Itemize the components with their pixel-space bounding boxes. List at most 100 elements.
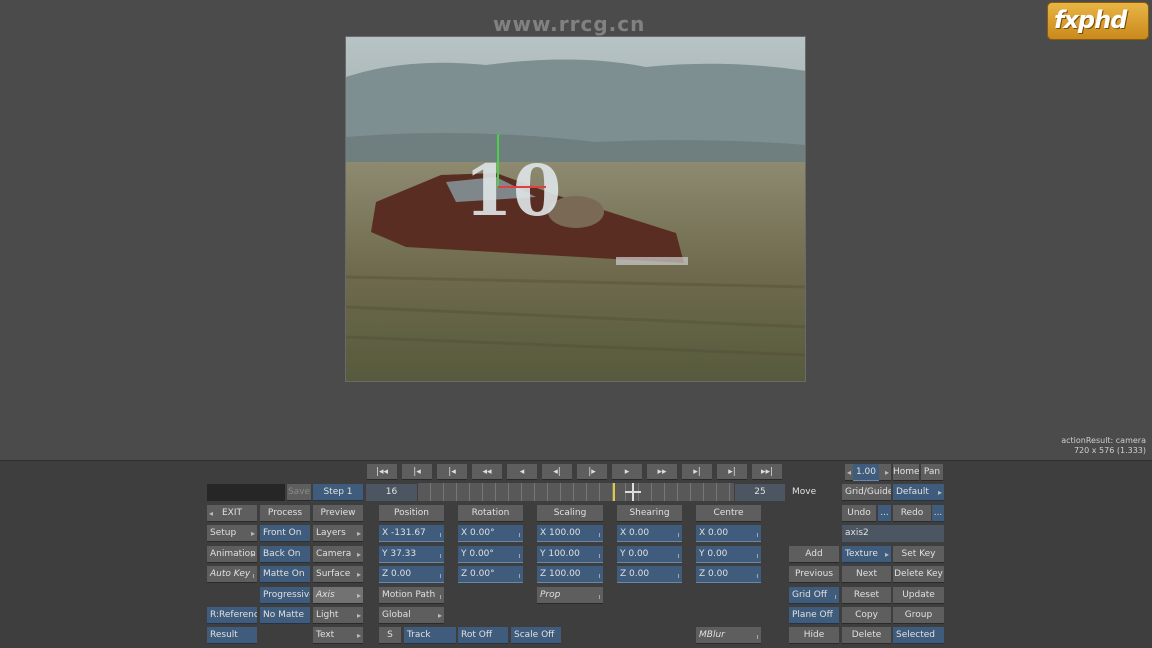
- mblur-toggle[interactable]: MBlur: [696, 627, 761, 644]
- undo-button[interactable]: Undo: [842, 505, 876, 522]
- rotation-x-field[interactable]: X 0.00°: [458, 525, 523, 542]
- copy-button[interactable]: Copy: [842, 607, 891, 624]
- grid-off-toggle[interactable]: Grid Off: [789, 587, 839, 604]
- step-forward-icon[interactable]: ▸|: [682, 464, 712, 480]
- go-start-icon[interactable]: |◂◂: [367, 464, 397, 480]
- save-button[interactable]: Save: [287, 484, 311, 501]
- shearing-y-field[interactable]: Y 0.00: [617, 546, 682, 563]
- rotation-z-field[interactable]: Z 0.00°: [458, 566, 523, 583]
- centre-z-field[interactable]: Z 0.00: [696, 566, 761, 583]
- animation-button[interactable]: Animation: [207, 546, 257, 563]
- clip-name-field[interactable]: [207, 484, 285, 501]
- redo-button[interactable]: Redo: [893, 505, 931, 522]
- centre-header[interactable]: Centre: [696, 505, 761, 522]
- add-button[interactable]: Add: [789, 546, 839, 563]
- global-dropdown[interactable]: Global: [379, 607, 444, 624]
- setup-button[interactable]: Setup: [207, 525, 257, 542]
- step-back-icon[interactable]: |◂: [437, 464, 467, 480]
- timeline-scrubber[interactable]: [418, 483, 734, 501]
- motion-path-toggle[interactable]: Motion Path: [379, 587, 444, 604]
- grid-guide-button[interactable]: Grid/Guide: [842, 484, 891, 501]
- track-button[interactable]: Track: [404, 627, 456, 644]
- scaling-header[interactable]: Scaling: [537, 505, 603, 522]
- centre-x-field[interactable]: X 0.00: [696, 525, 761, 542]
- zoom-decrease-button[interactable]: [845, 464, 853, 481]
- go-end-icon[interactable]: ▸▸|: [752, 464, 782, 480]
- zoom-field[interactable]: 1.00: [853, 464, 879, 481]
- next-button[interactable]: Next: [842, 566, 891, 583]
- result-info: actionResult: camera 720 x 576 (1.333): [1061, 436, 1146, 456]
- camera-button[interactable]: Camera: [313, 546, 363, 563]
- plane-off-toggle[interactable]: Plane Off: [789, 607, 839, 624]
- shearing-x-field[interactable]: X 0.00: [617, 525, 682, 542]
- surface-button[interactable]: Surface: [313, 566, 363, 583]
- exit-button[interactable]: EXIT: [207, 505, 257, 522]
- preview-button[interactable]: Preview: [313, 505, 363, 522]
- reset-button[interactable]: Reset: [842, 587, 891, 604]
- auto-key-toggle[interactable]: Auto Key: [207, 566, 257, 583]
- scaling-z-field[interactable]: Z 100.00: [537, 566, 603, 583]
- group-button[interactable]: Group: [893, 607, 944, 624]
- car-scene-image: 10 y: [346, 37, 805, 381]
- position-x-field[interactable]: X -131.67: [379, 525, 444, 542]
- position-z-field[interactable]: Z 0.00: [379, 566, 444, 583]
- step-button[interactable]: Step 1: [313, 484, 363, 501]
- light-button[interactable]: Light: [313, 607, 363, 624]
- previous-button[interactable]: Previous: [789, 566, 839, 583]
- layers-button[interactable]: Layers: [313, 525, 363, 542]
- undo-list-button[interactable]: ...: [878, 505, 891, 522]
- result-button[interactable]: Result: [207, 627, 257, 644]
- redo-list-button[interactable]: ...: [932, 505, 944, 522]
- r-reference-button[interactable]: R:Reference: [207, 607, 257, 624]
- move-label[interactable]: Move: [789, 484, 839, 501]
- centre-y-field[interactable]: Y 0.00: [696, 546, 761, 563]
- rotation-y-field[interactable]: Y 0.00°: [458, 546, 523, 563]
- hide-button[interactable]: Hide: [789, 627, 839, 644]
- fast-forward-icon[interactable]: ▸▸: [647, 464, 677, 480]
- scale-off-button[interactable]: Scale Off: [511, 627, 561, 644]
- play-backward-icon[interactable]: ◂: [507, 464, 537, 480]
- node-name-field[interactable]: axis2: [842, 525, 944, 542]
- update-button[interactable]: Update: [893, 587, 944, 604]
- texture-dropdown[interactable]: Texture: [842, 546, 891, 563]
- rot-off-button[interactable]: Rot Off: [458, 627, 508, 644]
- end-frame-field[interactable]: 25: [735, 484, 785, 501]
- rotation-header[interactable]: Rotation: [458, 505, 523, 522]
- scaling-x-field[interactable]: X 100.00: [537, 525, 603, 542]
- play-icon[interactable]: ▸: [612, 464, 642, 480]
- set-key-button[interactable]: Set Key: [893, 546, 944, 563]
- delete-key-button[interactable]: Delete Key: [893, 566, 944, 583]
- position-header[interactable]: Position: [379, 505, 444, 522]
- crosshair-cursor-icon: [625, 483, 641, 501]
- next-key-icon[interactable]: ▸|: [717, 464, 747, 480]
- progressive-toggle[interactable]: Progressive: [260, 587, 310, 604]
- shearing-z-field[interactable]: Z 0.00: [617, 566, 682, 583]
- process-button[interactable]: Process: [260, 505, 310, 522]
- zoom-increase-button[interactable]: [879, 464, 891, 481]
- matte-on-toggle[interactable]: Matte On: [260, 566, 310, 583]
- result-name: actionResult: camera: [1061, 436, 1146, 445]
- prev-frame-icon[interactable]: ◂|: [542, 464, 572, 480]
- axis-button[interactable]: Axis: [313, 587, 363, 604]
- result-image[interactable]: 10 y: [345, 36, 806, 382]
- scaling-y-field[interactable]: Y 100.00: [537, 546, 603, 563]
- no-matte-toggle[interactable]: No Matte: [260, 607, 310, 624]
- position-y-field[interactable]: Y 37.33: [379, 546, 444, 563]
- s-button[interactable]: S: [379, 627, 401, 644]
- delete-button[interactable]: Delete: [842, 627, 891, 644]
- prop-toggle[interactable]: Prop: [537, 587, 603, 604]
- home-button[interactable]: Home: [893, 464, 919, 481]
- shearing-header[interactable]: Shearing: [617, 505, 682, 522]
- playhead[interactable]: [613, 483, 615, 501]
- front-on-toggle[interactable]: Front On: [260, 525, 310, 542]
- text-button[interactable]: Text: [313, 627, 363, 644]
- viewer[interactable]: www.rrcg.cn 10 y fxphd actionResult: cam…: [0, 0, 1152, 460]
- prev-key-icon[interactable]: |◂: [402, 464, 432, 480]
- rewind-icon[interactable]: ◂◂: [472, 464, 502, 480]
- start-frame-field[interactable]: 16: [366, 484, 417, 501]
- back-on-toggle[interactable]: Back On: [260, 546, 310, 563]
- selected-toggle[interactable]: Selected: [893, 627, 944, 644]
- default-dropdown[interactable]: Default: [893, 484, 944, 501]
- next-frame-icon[interactable]: |▸: [577, 464, 607, 480]
- pan-button[interactable]: Pan: [921, 464, 943, 481]
